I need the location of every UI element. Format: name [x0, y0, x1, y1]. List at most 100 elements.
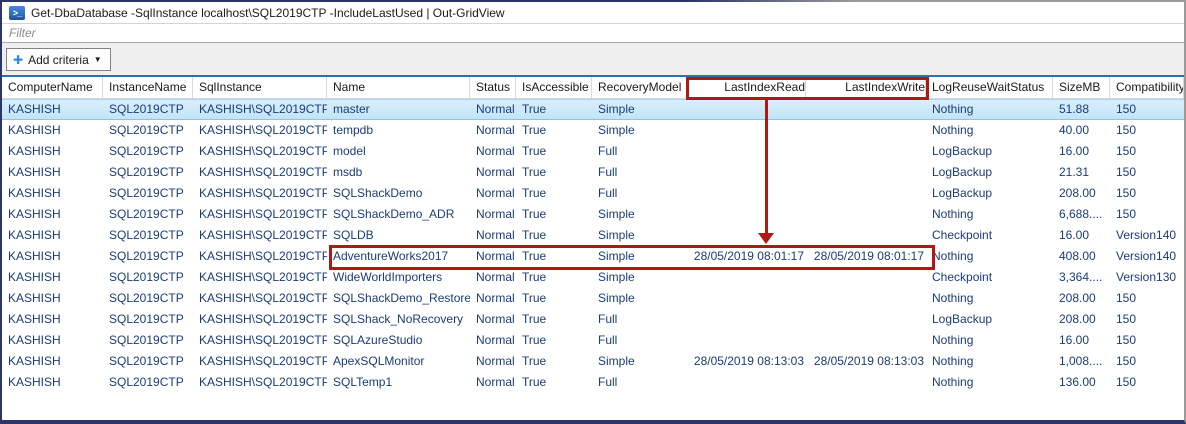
cell-LogReuseWaitStatus: Checkpoint: [926, 225, 1053, 246]
criteria-bar: ✚ Add criteria ▼: [2, 43, 1184, 75]
column-header-RecoveryModel[interactable]: RecoveryModel: [592, 77, 687, 99]
cell-LastIndexWrite: [806, 162, 926, 183]
cell-Compatibility: Version140: [1110, 225, 1184, 246]
filter-input[interactable]: [2, 24, 1184, 42]
cell-ComputerName: KASHISH: [2, 288, 103, 309]
cell-IsAccessible: True: [516, 162, 592, 183]
cell-SqlInstance: KASHISH\SQL2019CTP: [193, 246, 327, 267]
cell-Name: SQLShack_NoRecovery: [327, 309, 470, 330]
column-header-InstanceName[interactable]: InstanceName: [103, 77, 193, 99]
cell-SizeMB: 16.00: [1053, 330, 1110, 351]
cell-LastIndexWrite: [806, 288, 926, 309]
cell-RecoveryModel: Simple: [592, 204, 687, 225]
column-header-SqlInstance[interactable]: SqlInstance: [193, 77, 327, 99]
table-row[interactable]: KASHISHSQL2019CTPKASHISH\SQL2019CTPmodel…: [2, 141, 1184, 162]
cell-Name: SQLAzureStudio: [327, 330, 470, 351]
cell-SizeMB: 16.00: [1053, 141, 1110, 162]
cell-InstanceName: SQL2019CTP: [103, 309, 193, 330]
cell-LogReuseWaitStatus: LogBackup: [926, 162, 1053, 183]
column-header-LastIndexWrite[interactable]: LastIndexWrite: [806, 77, 926, 99]
cell-SizeMB: 208.00: [1053, 309, 1110, 330]
cell-SqlInstance: KASHISH\SQL2019CTP: [193, 99, 327, 120]
cell-RecoveryModel: Simple: [592, 99, 687, 120]
cell-ComputerName: KASHISH: [2, 225, 103, 246]
cell-Compatibility: 150: [1110, 288, 1184, 309]
cell-IsAccessible: True: [516, 183, 592, 204]
table-row[interactable]: KASHISHSQL2019CTPKASHISH\SQL2019CTPSQLAz…: [2, 330, 1184, 351]
cell-LastIndexWrite: [806, 267, 926, 288]
cell-LastIndexRead: [687, 309, 806, 330]
cell-Status: Normal: [470, 204, 516, 225]
table-row[interactable]: KASHISHSQL2019CTPKASHISH\SQL2019CTPAdven…: [2, 246, 1184, 267]
cell-LogReuseWaitStatus: Nothing: [926, 372, 1053, 393]
cell-SqlInstance: KASHISH\SQL2019CTP: [193, 309, 327, 330]
cell-LastIndexRead: [687, 183, 806, 204]
cell-LogReuseWaitStatus: LogBackup: [926, 183, 1053, 204]
cell-Compatibility: 150: [1110, 309, 1184, 330]
cell-Status: Normal: [470, 99, 516, 120]
cell-ComputerName: KASHISH: [2, 141, 103, 162]
cell-Name: SQLDB: [327, 225, 470, 246]
cell-LastIndexWrite: [806, 225, 926, 246]
filter-row: [2, 24, 1184, 43]
cell-Status: Normal: [470, 183, 516, 204]
table-row[interactable]: KASHISHSQL2019CTPKASHISH\SQL2019CTPSQLDB…: [2, 225, 1184, 246]
cell-SqlInstance: KASHISH\SQL2019CTP: [193, 267, 327, 288]
cell-LogReuseWaitStatus: Nothing: [926, 330, 1053, 351]
cell-LogReuseWaitStatus: LogBackup: [926, 309, 1053, 330]
table-row[interactable]: KASHISHSQL2019CTPKASHISH\SQL2019CTPSQLSh…: [2, 309, 1184, 330]
table-row[interactable]: KASHISHSQL2019CTPKASHISH\SQL2019CTPSQLSh…: [2, 183, 1184, 204]
table-row[interactable]: KASHISHSQL2019CTPKASHISH\SQL2019CTPmaste…: [2, 99, 1184, 120]
column-header-Status[interactable]: Status: [470, 77, 516, 99]
cell-SizeMB: 6,688....: [1053, 204, 1110, 225]
table-row[interactable]: KASHISHSQL2019CTPKASHISH\SQL2019CTPSQLSh…: [2, 204, 1184, 225]
cell-RecoveryModel: Full: [592, 141, 687, 162]
cell-LastIndexWrite: [806, 183, 926, 204]
cell-SqlInstance: KASHISH\SQL2019CTP: [193, 204, 327, 225]
column-header-SizeMB[interactable]: SizeMB: [1053, 77, 1110, 99]
column-header-Name[interactable]: Name: [327, 77, 470, 99]
cell-RecoveryModel: Full: [592, 309, 687, 330]
table-row[interactable]: KASHISHSQL2019CTPKASHISH\SQL2019CTPSQLTe…: [2, 372, 1184, 393]
cell-SizeMB: 21.31: [1053, 162, 1110, 183]
column-header-ComputerName[interactable]: ComputerName: [2, 77, 103, 99]
grid-header: ComputerNameInstanceNameSqlInstanceNameS…: [2, 77, 1184, 99]
cell-IsAccessible: True: [516, 351, 592, 372]
cell-Name: SQLShackDemo_ADR: [327, 204, 470, 225]
cell-InstanceName: SQL2019CTP: [103, 204, 193, 225]
cell-SizeMB: 208.00: [1053, 183, 1110, 204]
cell-Compatibility: 150: [1110, 162, 1184, 183]
cell-SizeMB: 208.00: [1053, 288, 1110, 309]
cell-RecoveryModel: Full: [592, 330, 687, 351]
cell-SizeMB: 40.00: [1053, 120, 1110, 141]
cell-SqlInstance: KASHISH\SQL2019CTP: [193, 351, 327, 372]
cell-RecoveryModel: Simple: [592, 288, 687, 309]
cell-Compatibility: 150: [1110, 120, 1184, 141]
table-row[interactable]: KASHISHSQL2019CTPKASHISH\SQL2019CTPSQLSh…: [2, 288, 1184, 309]
cell-LastIndexRead: [687, 120, 806, 141]
table-row[interactable]: KASHISHSQL2019CTPKASHISH\SQL2019CTPmsdbN…: [2, 162, 1184, 183]
cell-LogReuseWaitStatus: Checkpoint: [926, 267, 1053, 288]
table-row[interactable]: KASHISHSQL2019CTPKASHISH\SQL2019CTPWideW…: [2, 267, 1184, 288]
plus-icon: ✚: [13, 53, 23, 67]
cell-Status: Normal: [470, 141, 516, 162]
cell-IsAccessible: True: [516, 120, 592, 141]
cell-InstanceName: SQL2019CTP: [103, 162, 193, 183]
add-criteria-button[interactable]: ✚ Add criteria ▼: [6, 48, 111, 71]
column-header-Compatibility[interactable]: Compatibility: [1110, 77, 1184, 99]
cell-Compatibility: Version130: [1110, 267, 1184, 288]
table-row[interactable]: KASHISHSQL2019CTPKASHISH\SQL2019CTPtempd…: [2, 120, 1184, 141]
powershell-icon: >_: [9, 6, 25, 20]
titlebar[interactable]: >_ Get-DbaDatabase -SqlInstance localhos…: [2, 0, 1184, 24]
cell-LastIndexWrite: 28/05/2019 08:13:03: [806, 351, 926, 372]
column-header-IsAccessible[interactable]: IsAccessible: [516, 77, 592, 99]
cell-LogReuseWaitStatus: Nothing: [926, 288, 1053, 309]
table-row[interactable]: KASHISHSQL2019CTPKASHISH\SQL2019CTPApexS…: [2, 351, 1184, 372]
cell-Compatibility: Version140: [1110, 246, 1184, 267]
data-grid: ComputerNameInstanceNameSqlInstanceNameS…: [2, 77, 1184, 393]
column-header-LogReuseWaitStatus[interactable]: LogReuseWaitStatus: [926, 77, 1053, 99]
cell-ComputerName: KASHISH: [2, 99, 103, 120]
cell-SqlInstance: KASHISH\SQL2019CTP: [193, 183, 327, 204]
column-header-LastIndexRead[interactable]: LastIndexRead: [687, 77, 806, 99]
grid-body: KASHISHSQL2019CTPKASHISH\SQL2019CTPmaste…: [2, 99, 1184, 393]
